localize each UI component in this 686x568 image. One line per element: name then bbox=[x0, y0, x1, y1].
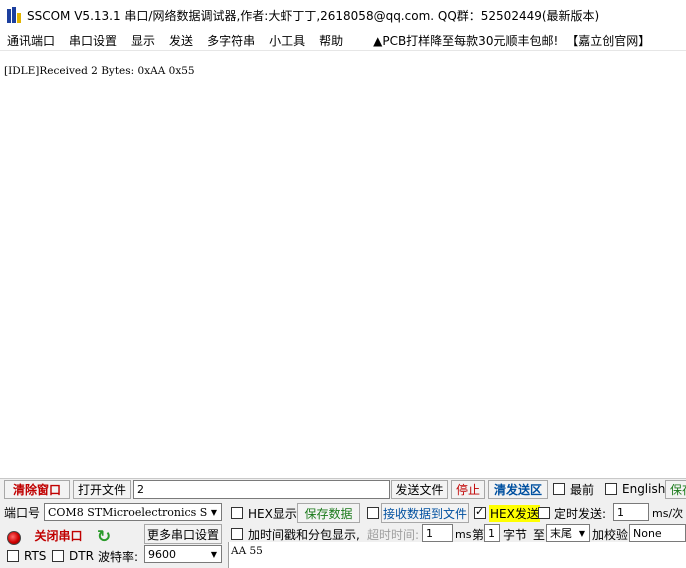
end-select[interactable]: 末尾 ▼ bbox=[546, 524, 590, 542]
byte-index-input[interactable]: 1 bbox=[484, 524, 500, 542]
send-textarea[interactable]: AA 55 bbox=[228, 542, 686, 568]
timed-send-checkbox[interactable] bbox=[538, 507, 550, 519]
window-title: SSCOM V5.13.1 串口/网络数据调试器,作者:大虾丁丁,2618058… bbox=[27, 8, 600, 23]
menu-tools[interactable]: 小工具 bbox=[262, 32, 312, 49]
dtr-label: DTR bbox=[69, 549, 94, 563]
dtr-checkbox[interactable] bbox=[52, 550, 64, 562]
menu-comm-port[interactable]: 通讯端口 bbox=[0, 32, 62, 49]
port-status-led-icon bbox=[7, 531, 21, 545]
open-file-button[interactable]: 打开文件 bbox=[73, 480, 131, 499]
timestamp-label: 加时间戳和分包显示, bbox=[248, 527, 360, 542]
timeout-label: 超时时间: bbox=[367, 527, 420, 542]
more-serial-settings-button[interactable]: 更多串口设置 bbox=[144, 524, 222, 544]
port-label: 端口号 bbox=[4, 505, 41, 520]
checksum-value: None bbox=[633, 526, 662, 540]
receive-to-file-checkbox[interactable] bbox=[367, 507, 379, 519]
clear-send-area-button[interactable]: 清发送区 bbox=[488, 480, 548, 499]
hex-display-checkbox[interactable] bbox=[231, 507, 243, 519]
baud-value: 9600 bbox=[148, 547, 176, 561]
to-label: 至 bbox=[533, 527, 546, 542]
menu-help[interactable]: 帮助 bbox=[312, 32, 350, 49]
receive-textarea[interactable]: [IDLE]Received 2 Bytes: 0xAA 0x55 bbox=[0, 58, 686, 478]
hex-display-label: HEX显示 bbox=[248, 506, 297, 521]
file-path-input[interactable]: 2 bbox=[133, 480, 390, 499]
menu-multi-string[interactable]: 多字符串 bbox=[200, 32, 262, 49]
timeout-input[interactable]: 1 bbox=[422, 524, 453, 542]
english-label: English bbox=[622, 482, 666, 496]
rts-label: RTS bbox=[24, 549, 47, 563]
port-value: COM8 STMicroelectronics ST... bbox=[48, 505, 222, 519]
clear-window-button[interactable]: 清除窗口 bbox=[4, 480, 70, 499]
save-data-button[interactable]: 保存数据 bbox=[297, 503, 360, 523]
chevron-down-icon: ▼ bbox=[575, 525, 589, 541]
refresh-icon[interactable]: ↻ bbox=[95, 527, 113, 547]
hex-send-checkbox[interactable] bbox=[474, 505, 486, 519]
timed-send-label: 定时发送: bbox=[554, 506, 607, 521]
checksum-label: 加校验 bbox=[592, 527, 629, 542]
send-text-value: AA 55 bbox=[231, 545, 263, 557]
timed-unit-label: ms/次 bbox=[652, 507, 684, 520]
menu-jlc-website[interactable]: 【嘉立创官网】 bbox=[562, 32, 654, 49]
menu-serial-settings[interactable]: 串口设置 bbox=[62, 32, 124, 49]
title-bar: SSCOM V5.13.1 串口/网络数据调试器,作者:大虾丁丁,2618058… bbox=[0, 0, 686, 30]
save-params-button[interactable]: 保存 bbox=[665, 480, 686, 499]
stop-button[interactable]: 停止 bbox=[451, 480, 485, 499]
checksum-select[interactable]: None bbox=[629, 524, 686, 542]
timestamp-checkbox[interactable] bbox=[231, 528, 243, 540]
topmost-checkbox[interactable] bbox=[553, 483, 565, 495]
menu-pcb-promo[interactable]: ▲PCB打样降至每款30元顺丰包邮! bbox=[369, 32, 562, 49]
rts-checkbox[interactable] bbox=[7, 550, 19, 562]
menu-send[interactable]: 发送 bbox=[162, 32, 200, 49]
english-checkbox[interactable] bbox=[605, 483, 617, 495]
chevron-down-icon: ▼ bbox=[207, 504, 221, 520]
baud-label: 波特率: bbox=[98, 549, 139, 564]
hex-send-label: HEX发送 bbox=[489, 504, 540, 522]
menu-display[interactable]: 显示 bbox=[124, 32, 162, 49]
receive-line: [IDLE]Received 2 Bytes: 0xAA 0x55 bbox=[4, 65, 195, 77]
port-select[interactable]: COM8 STMicroelectronics ST... ▼ bbox=[44, 503, 222, 521]
receive-to-file-button[interactable]: 接收数据到文件 bbox=[381, 503, 469, 523]
byte-suffix-label: 字节 bbox=[503, 527, 528, 542]
menu-bar: 通讯端口 串口设置 显示 发送 多字符串 小工具 帮助 ▲PCB打样降至每款30… bbox=[0, 30, 686, 51]
timeout-unit-label: ms bbox=[455, 527, 472, 541]
app-logo-icon bbox=[7, 7, 21, 23]
chevron-down-icon: ▼ bbox=[207, 546, 221, 562]
byte-prefix-label: 第 bbox=[472, 527, 485, 542]
baud-select[interactable]: 9600 ▼ bbox=[144, 545, 222, 563]
end-value: 末尾 bbox=[550, 527, 572, 540]
timed-interval-input[interactable]: 1 bbox=[613, 503, 649, 521]
close-port-button[interactable]: 关闭串口 bbox=[25, 525, 92, 546]
topmost-label: 最前 bbox=[570, 482, 595, 497]
send-file-button[interactable]: 发送文件 bbox=[391, 480, 448, 499]
